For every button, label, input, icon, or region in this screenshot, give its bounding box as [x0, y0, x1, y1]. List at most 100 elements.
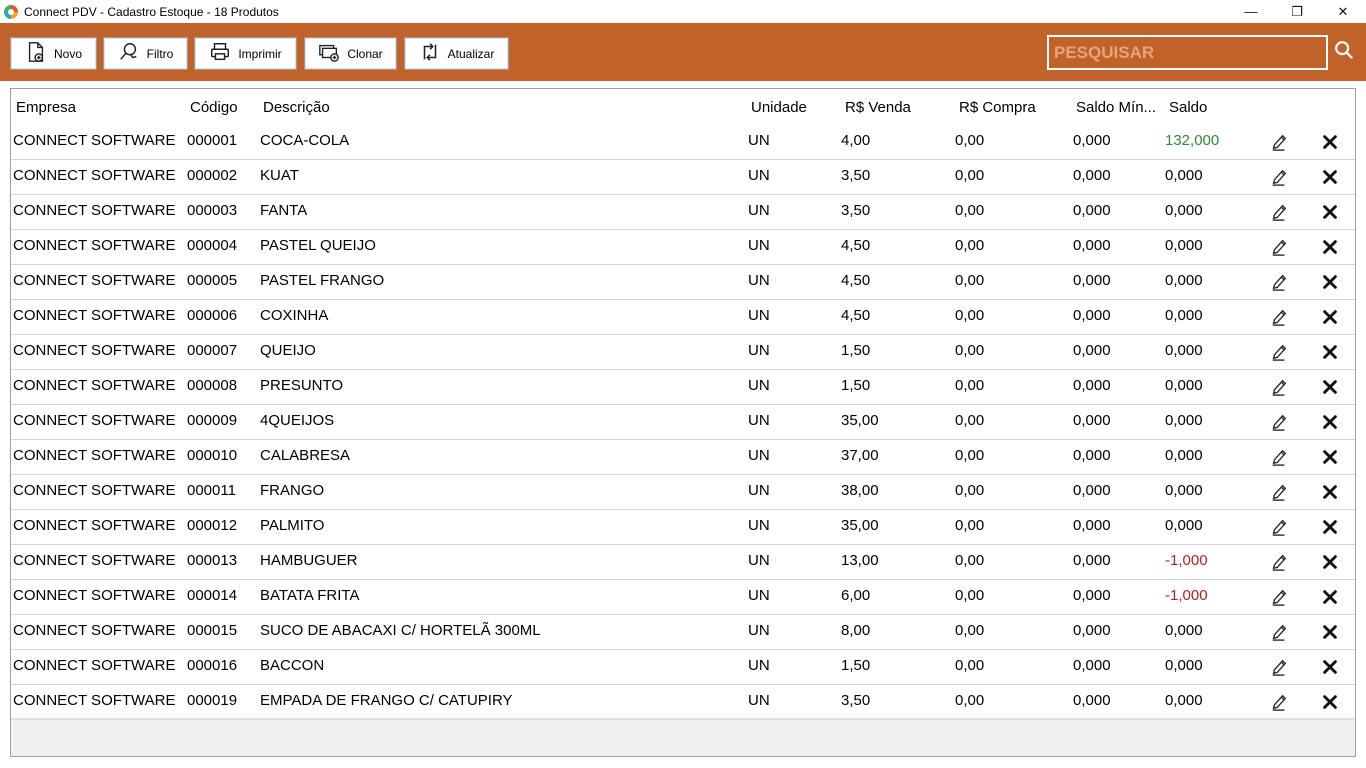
edit-pencil-icon[interactable]	[1269, 446, 1289, 468]
cell-venda: 3,50	[841, 692, 871, 709]
cell-empresa: CONNECT SOFTWARE	[13, 307, 176, 324]
table-row[interactable]: CONNECT SOFTWARE 000005 PASTEL FRANGO UN 4,5…	[11, 265, 1355, 300]
table-row[interactable]: CONNECT SOFTWARE 000002 KUAT UN 3,50 0,00 0,00…	[11, 160, 1355, 195]
column-header-compra[interactable]: R$ Compra	[959, 99, 1036, 116]
delete-x-icon[interactable]	[1320, 306, 1340, 328]
atualizar-button[interactable]: Atualizar	[404, 37, 509, 70]
table-row[interactable]: CONNECT SOFTWARE 000006 COXINHA UN 4,50 0,00 0…	[11, 300, 1355, 335]
delete-x-icon[interactable]	[1320, 166, 1340, 188]
filtro-button[interactable]: Filtro	[103, 37, 188, 70]
cell-venda: 1,50	[841, 342, 871, 359]
novo-button[interactable]: Novo	[10, 37, 97, 70]
cell-saldo-minimo: 0,000	[1073, 377, 1111, 394]
column-header-saldo-minimo[interactable]: Saldo Mín...	[1076, 99, 1156, 116]
close-window-button[interactable]: ✕	[1320, 0, 1366, 23]
cell-saldo-minimo: 0,000	[1073, 167, 1111, 184]
table-row[interactable]: CONNECT SOFTWARE 000014 BATATA FRITA UN 6,00…	[11, 580, 1355, 615]
cell-descricao: PALMITO	[260, 517, 325, 534]
cell-compra: 0,00	[955, 167, 985, 184]
table-row[interactable]: CONNECT SOFTWARE 000016 BACCON UN 1,50 0,00 0,…	[11, 650, 1355, 685]
table-row[interactable]: CONNECT SOFTWARE 000013 HAMBUGUER UN 13,00 0,…	[11, 545, 1355, 580]
cell-saldo: 0,000	[1165, 377, 1203, 394]
edit-pencil-icon[interactable]	[1269, 551, 1289, 573]
cell-saldo-minimo: 0,000	[1073, 202, 1111, 219]
table-row[interactable]: CONNECT SOFTWARE 000011 FRANGO UN 38,00 0,00 0…	[11, 475, 1355, 510]
table-row[interactable]: CONNECT SOFTWARE 000003 FANTA UN 3,50 0,00 0,0…	[11, 195, 1355, 230]
edit-pencil-icon[interactable]	[1269, 166, 1289, 188]
table-row[interactable]: CONNECT SOFTWARE 000001 COCA-COLA UN 4,00 0,0…	[11, 125, 1355, 160]
cell-empresa: CONNECT SOFTWARE	[13, 587, 176, 604]
search-button[interactable]	[1330, 37, 1358, 67]
minimize-button[interactable]: —	[1228, 0, 1274, 23]
edit-pencil-icon[interactable]	[1269, 481, 1289, 503]
delete-x-icon[interactable]	[1320, 516, 1340, 538]
edit-pencil-icon[interactable]	[1269, 411, 1289, 433]
table-row[interactable]: CONNECT SOFTWARE 000009 4QUEIJOS UN 35,00 0,0…	[11, 405, 1355, 440]
edit-pencil-icon[interactable]	[1269, 656, 1289, 678]
cell-compra: 0,00	[955, 202, 985, 219]
delete-x-icon[interactable]	[1320, 691, 1340, 713]
column-header-venda[interactable]: R$ Venda	[845, 99, 911, 116]
cell-saldo-minimo: 0,000	[1073, 307, 1111, 324]
edit-pencil-icon[interactable]	[1269, 201, 1289, 223]
edit-pencil-icon[interactable]	[1269, 236, 1289, 258]
delete-x-icon[interactable]	[1320, 586, 1340, 608]
search-input[interactable]	[1049, 37, 1326, 68]
cell-codigo: 000010	[187, 447, 238, 464]
table-row[interactable]: CONNECT SOFTWARE 000004 PASTEL QUEIJO UN 4,5…	[11, 230, 1355, 265]
cell-descricao: HAMBUGUER	[260, 552, 358, 569]
delete-x-icon[interactable]	[1320, 341, 1340, 363]
column-header-codigo[interactable]: Código	[190, 99, 238, 116]
cell-venda: 3,50	[841, 167, 871, 184]
restore-button[interactable]: ❐	[1274, 0, 1320, 23]
edit-pencil-icon[interactable]	[1269, 271, 1289, 293]
delete-x-icon[interactable]	[1320, 236, 1340, 258]
delete-x-icon[interactable]	[1320, 411, 1340, 433]
edit-pencil-icon[interactable]	[1269, 131, 1289, 153]
cell-compra: 0,00	[955, 447, 985, 464]
edit-pencil-icon[interactable]	[1269, 516, 1289, 538]
cell-descricao: 4QUEIJOS	[260, 412, 335, 429]
edit-pencil-icon[interactable]	[1269, 376, 1289, 398]
column-header-saldo[interactable]: Saldo	[1169, 99, 1207, 116]
delete-x-icon[interactable]	[1320, 271, 1340, 293]
delete-x-icon[interactable]	[1320, 376, 1340, 398]
cell-descricao: BACCON	[260, 657, 325, 674]
column-header-unidade[interactable]: Unidade	[751, 99, 807, 116]
cell-descricao: FANTA	[260, 202, 308, 219]
delete-x-icon[interactable]	[1320, 131, 1340, 153]
cell-compra: 0,00	[955, 307, 985, 324]
cell-saldo-minimo: 0,000	[1073, 587, 1111, 604]
table-row[interactable]: CONNECT SOFTWARE 000015 SUCO DE ABACAXI C/…	[11, 615, 1355, 650]
delete-x-icon[interactable]	[1320, 656, 1340, 678]
imprimir-button[interactable]: Imprimir	[194, 37, 297, 70]
table-row[interactable]: CONNECT SOFTWARE 000007 QUEIJO UN 1,50 0,00 0,…	[11, 335, 1355, 370]
cell-saldo: 0,000	[1165, 167, 1203, 184]
table-row[interactable]: CONNECT SOFTWARE 000019 EMPADA DE FRANGO C…	[11, 685, 1355, 720]
table-row[interactable]: CONNECT SOFTWARE 000010 CALABRESA UN 37,00 0,…	[11, 440, 1355, 475]
delete-x-icon[interactable]	[1320, 621, 1340, 643]
grid-header: Empresa Código Descrição Unidade R$ Vend…	[11, 89, 1355, 125]
table-row[interactable]: CONNECT SOFTWARE 000008 PRESUNTO UN 1,50 0,00…	[11, 370, 1355, 405]
column-header-empresa[interactable]: Empresa	[16, 99, 76, 116]
delete-x-icon[interactable]	[1320, 481, 1340, 503]
table-row[interactable]: CONNECT SOFTWARE 000012 PALMITO UN 35,00 0,00…	[11, 510, 1355, 545]
cell-compra: 0,00	[955, 342, 985, 359]
clonar-button[interactable]: Clonar	[304, 37, 397, 70]
cell-saldo: 0,000	[1165, 517, 1203, 534]
edit-pencil-icon[interactable]	[1269, 306, 1289, 328]
cell-empresa: CONNECT SOFTWARE	[13, 622, 176, 639]
edit-pencil-icon[interactable]	[1269, 586, 1289, 608]
edit-pencil-icon[interactable]	[1269, 341, 1289, 363]
column-header-descricao[interactable]: Descrição	[263, 99, 330, 116]
cell-compra: 0,00	[955, 237, 985, 254]
delete-x-icon[interactable]	[1320, 446, 1340, 468]
edit-pencil-icon[interactable]	[1269, 691, 1289, 713]
delete-x-icon[interactable]	[1320, 551, 1340, 573]
cell-venda: 4,00	[841, 132, 871, 149]
cell-saldo-minimo: 0,000	[1073, 342, 1111, 359]
cell-unidade: UN	[748, 517, 770, 534]
cell-saldo-minimo: 0,000	[1073, 657, 1111, 674]
delete-x-icon[interactable]	[1320, 201, 1340, 223]
edit-pencil-icon[interactable]	[1269, 621, 1289, 643]
